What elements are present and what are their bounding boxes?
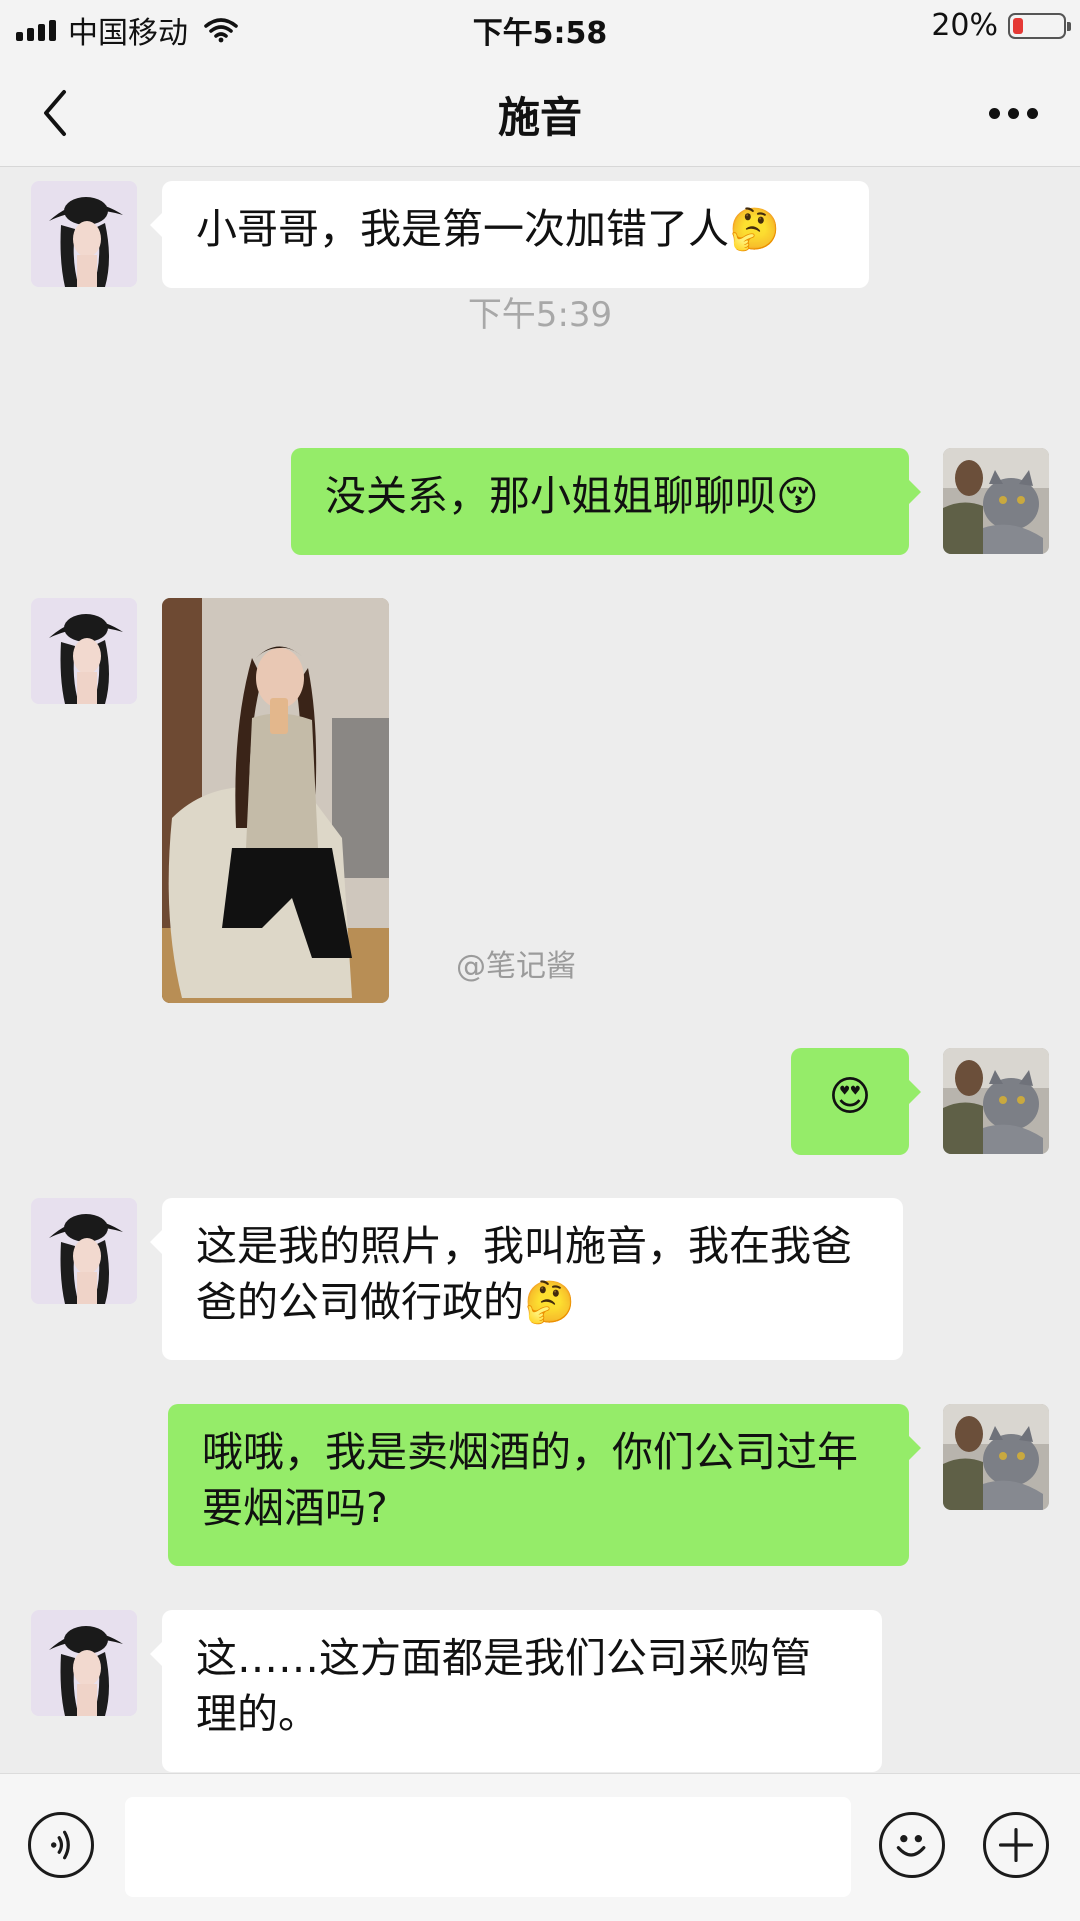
message-input-bar xyxy=(0,1773,1080,1921)
status-time: 下午5:58 xyxy=(472,16,608,51)
battery-level xyxy=(1013,17,1023,34)
more-functions-button[interactable] xyxy=(983,1812,1049,1878)
more-options-icon[interactable] xyxy=(989,108,1038,119)
chat-header: 施音 xyxy=(0,58,1080,167)
chat-messages[interactable]: 小哥哥，我是第一次加错了人🤔 下午5:39 没关系，那小姐姐聊聊呗😚 @笔记酱 … xyxy=(0,167,1080,1773)
my-avatar[interactable] xyxy=(943,1048,1049,1154)
message-text: 哦哦，我是卖烟酒的，你们公司过年要烟酒吗? xyxy=(202,1428,858,1532)
message-text: 小哥哥，我是第一次加错了人🤔 xyxy=(196,205,781,253)
status-right: 20% xyxy=(931,8,1071,43)
contact-avatar[interactable] xyxy=(31,1198,137,1304)
voice-input-button[interactable] xyxy=(28,1812,94,1878)
chat-title: 施音 xyxy=(497,93,582,142)
message-text: 这……这方面都是我们公司采购管理的。 xyxy=(196,1634,811,1738)
message-input[interactable] xyxy=(125,1797,851,1897)
battery-percent: 20% xyxy=(931,8,998,43)
smiley-icon xyxy=(896,1835,926,1857)
message-bubble-incoming[interactable]: 这……这方面都是我们公司采购管理的。 xyxy=(150,1610,882,1772)
message-bubble-outgoing[interactable]: 没关系，那小姐姐聊聊呗😚 xyxy=(291,448,921,555)
emoji-button[interactable] xyxy=(879,1812,945,1878)
plus-icon xyxy=(998,1827,1034,1863)
message-text: 这是我的照片，我叫施音，我在我爸爸的公司做行政的🤔 xyxy=(196,1222,852,1326)
message-text: 😍 xyxy=(828,1072,872,1120)
message-bubble-outgoing[interactable]: 哦哦，我是卖烟酒的，你们公司过年要烟酒吗? xyxy=(168,1404,921,1566)
message-bubble-incoming[interactable]: 小哥哥，我是第一次加错了人🤔 xyxy=(150,181,869,288)
message-text: 没关系，那小姐姐聊聊呗😚 xyxy=(325,472,819,520)
contact-avatar[interactable] xyxy=(31,1610,137,1716)
contact-avatar[interactable] xyxy=(31,181,137,287)
battery-icon xyxy=(1008,12,1071,39)
watermark: @笔记酱 xyxy=(456,949,576,984)
voice-icon xyxy=(51,1830,70,1860)
shared-photo[interactable] xyxy=(162,598,389,1003)
message-bubble-incoming[interactable]: 这是我的照片，我叫施音，我在我爸爸的公司做行政的🤔 xyxy=(150,1198,903,1360)
status-bar: 中国移动 下午5:58 20% xyxy=(0,0,1080,58)
message-bubble-outgoing[interactable]: 😍 xyxy=(791,1048,921,1155)
timestamp: 下午5:39 xyxy=(467,295,613,335)
my-avatar[interactable] xyxy=(943,1404,1049,1510)
my-avatar[interactable] xyxy=(943,448,1049,554)
contact-avatar[interactable] xyxy=(31,598,137,704)
